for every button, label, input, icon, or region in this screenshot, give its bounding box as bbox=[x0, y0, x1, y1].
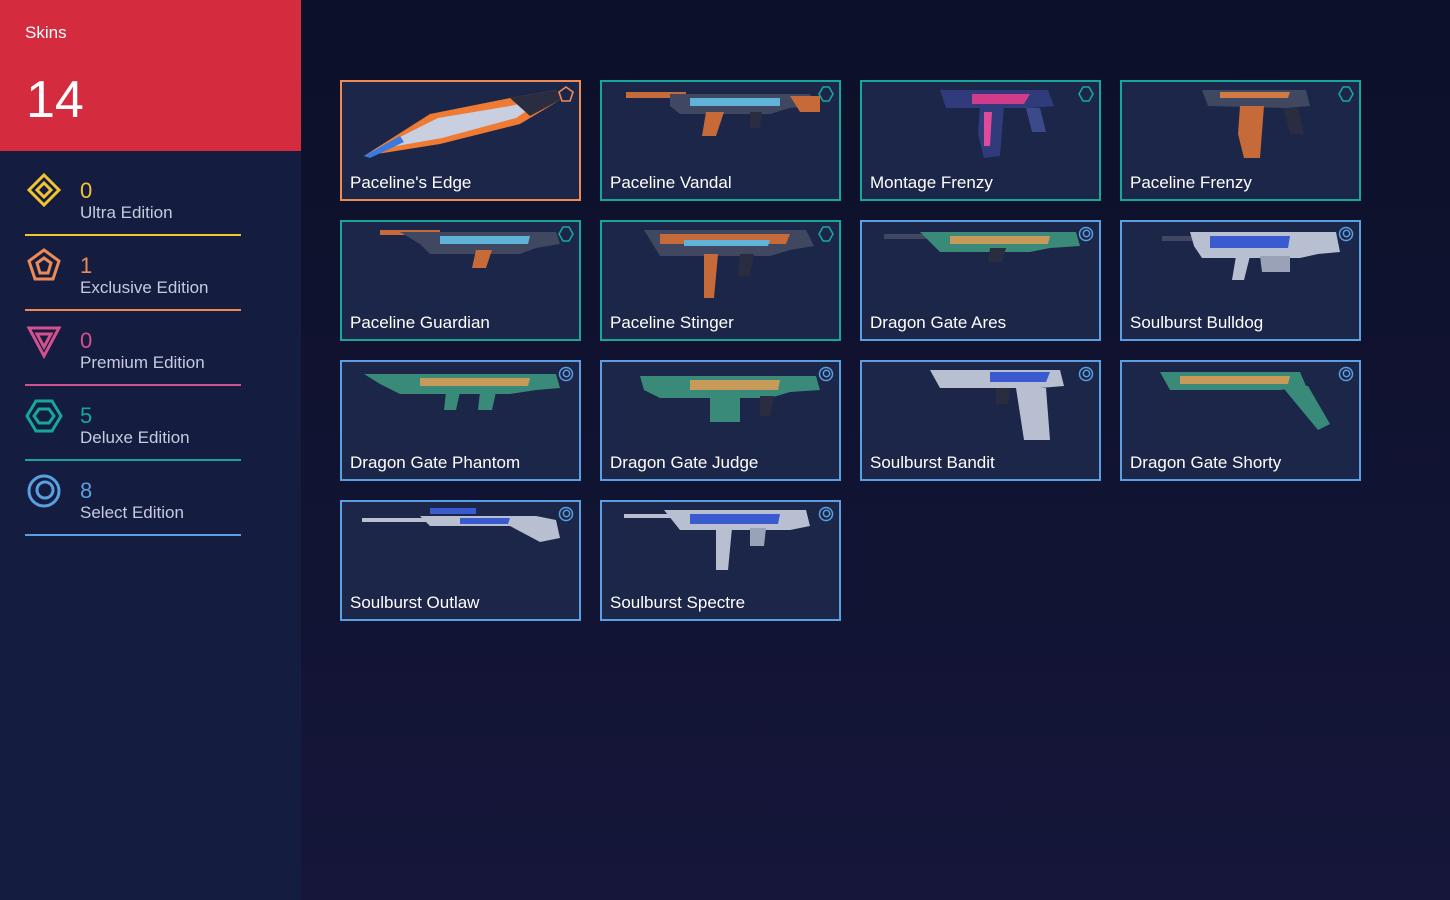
select-rarity-icon bbox=[818, 506, 834, 522]
skins-total-count: 14 bbox=[26, 71, 84, 129]
skin-name: Paceline Vandal bbox=[610, 173, 732, 192]
exclusive-edition-icon bbox=[27, 248, 61, 281]
smg-icon bbox=[644, 230, 814, 298]
skin-name: Soulburst Spectre bbox=[610, 593, 746, 612]
tier-exclusive-edition[interactable]: 1 Exclusive Edition bbox=[25, 245, 241, 311]
rifle-icon bbox=[1162, 232, 1340, 280]
select-rarity-icon bbox=[1078, 366, 1094, 382]
skin-card-paceline-guardian[interactable]: Paceline Guardian bbox=[340, 220, 581, 341]
deluxe-rarity-icon bbox=[818, 86, 834, 102]
tier-count: 0 bbox=[80, 178, 93, 203]
tier-deluxe-edition[interactable]: 5 Deluxe Edition bbox=[25, 395, 241, 461]
tier-select-edition[interactable]: 8 Select Edition bbox=[25, 470, 241, 536]
select-edition-icon bbox=[27, 474, 61, 508]
select-rarity-icon bbox=[1338, 226, 1354, 242]
skins-title: Skins bbox=[25, 23, 67, 42]
ultra-edition-icon bbox=[26, 172, 62, 208]
smg-icon bbox=[624, 510, 810, 570]
deluxe-rarity-icon bbox=[1078, 86, 1094, 102]
tier-ultra-edition[interactable]: 0 Ultra Edition bbox=[25, 170, 241, 236]
skin-name: Soulburst Outlaw bbox=[350, 593, 480, 612]
tier-label: Exclusive Edition bbox=[80, 278, 209, 297]
skin-name: Paceline Guardian bbox=[350, 313, 490, 332]
select-rarity-icon bbox=[558, 366, 574, 382]
skin-card-dragon-gate-judge[interactable]: Dragon Gate Judge bbox=[600, 360, 841, 481]
skin-name: Paceline's Edge bbox=[350, 173, 472, 192]
select-rarity-icon bbox=[818, 366, 834, 382]
machine-gun-icon bbox=[884, 232, 1080, 262]
skin-name: Dragon Gate Phantom bbox=[350, 453, 521, 472]
tier-count: 5 bbox=[80, 403, 93, 428]
skin-card-soulburst-bulldog[interactable]: Soulburst Bulldog bbox=[1120, 220, 1361, 341]
skin-name: Soulburst Bandit bbox=[870, 453, 995, 472]
tier-count: 0 bbox=[80, 328, 93, 353]
skin-card-paceline-frenzy[interactable]: Paceline Frenzy bbox=[1120, 80, 1361, 201]
sniper-icon bbox=[362, 508, 560, 542]
pistol-icon bbox=[930, 370, 1064, 440]
skin-name: Dragon Gate Shorty bbox=[1130, 453, 1282, 472]
skin-card-paceline-vandal[interactable]: Paceline Vandal bbox=[600, 80, 841, 201]
skins-summary-header: Skins 14 bbox=[0, 0, 301, 151]
rifle-icon bbox=[626, 92, 820, 136]
deluxe-rarity-icon bbox=[558, 226, 574, 242]
tier-label: Deluxe Edition bbox=[80, 428, 190, 447]
tier-premium-edition[interactable]: 0 Premium Edition bbox=[25, 320, 241, 386]
tier-label: Premium Edition bbox=[80, 353, 205, 372]
skin-card-dragon-gate-shorty[interactable]: Dragon Gate Shorty bbox=[1120, 360, 1361, 481]
tier-label: Select Edition bbox=[80, 503, 184, 522]
deluxe-edition-icon bbox=[25, 399, 63, 433]
deluxe-rarity-icon bbox=[1338, 86, 1354, 102]
skin-card-montage-frenzy[interactable]: Montage Frenzy bbox=[860, 80, 1101, 201]
select-rarity-icon bbox=[558, 506, 574, 522]
skin-name: Paceline Frenzy bbox=[1130, 173, 1252, 192]
skin-name: Soulburst Bulldog bbox=[1130, 313, 1264, 332]
rifle-icon bbox=[380, 230, 560, 268]
shotgun-icon bbox=[1160, 372, 1330, 430]
skin-card-dragon-gate-phantom[interactable]: Dragon Gate Phantom bbox=[340, 360, 581, 481]
select-rarity-icon bbox=[1078, 226, 1094, 242]
shotgun-icon bbox=[640, 376, 820, 422]
exclusive-rarity-icon bbox=[558, 86, 574, 102]
pistol-icon bbox=[1202, 90, 1310, 158]
tier-count: 8 bbox=[80, 478, 93, 503]
skin-card-soulburst-bandit[interactable]: Soulburst Bandit bbox=[860, 360, 1101, 481]
tier-label: Ultra Edition bbox=[80, 203, 173, 222]
tier-count: 1 bbox=[80, 253, 93, 278]
sidebar: Skins 14 0 Ultra Edition 1 Exclusive Edi… bbox=[0, 0, 301, 900]
skin-name: Dragon Gate Ares bbox=[870, 313, 1007, 332]
skin-card-dragon-gate-ares[interactable]: Dragon Gate Ares bbox=[860, 220, 1101, 341]
premium-edition-icon bbox=[26, 326, 62, 360]
select-rarity-icon bbox=[1338, 366, 1354, 382]
deluxe-rarity-icon bbox=[818, 226, 834, 242]
rifle-icon bbox=[364, 374, 560, 410]
skin-name: Dragon Gate Judge bbox=[610, 453, 759, 472]
skin-card-paceline-edge[interactable]: Paceline's Edge bbox=[340, 80, 581, 201]
pistol-icon bbox=[940, 90, 1054, 158]
skin-card-soulburst-outlaw[interactable]: Soulburst Outlaw bbox=[340, 500, 581, 621]
skins-grid: Paceline's Edge Paceline Vandal Montage … bbox=[340, 80, 1361, 621]
knife-icon bbox=[364, 90, 560, 158]
skin-card-paceline-stinger[interactable]: Paceline Stinger bbox=[600, 220, 841, 341]
skin-card-soulburst-spectre[interactable]: Soulburst Spectre bbox=[600, 500, 841, 621]
skin-name: Montage Frenzy bbox=[870, 173, 993, 192]
skin-name: Paceline Stinger bbox=[610, 313, 734, 332]
